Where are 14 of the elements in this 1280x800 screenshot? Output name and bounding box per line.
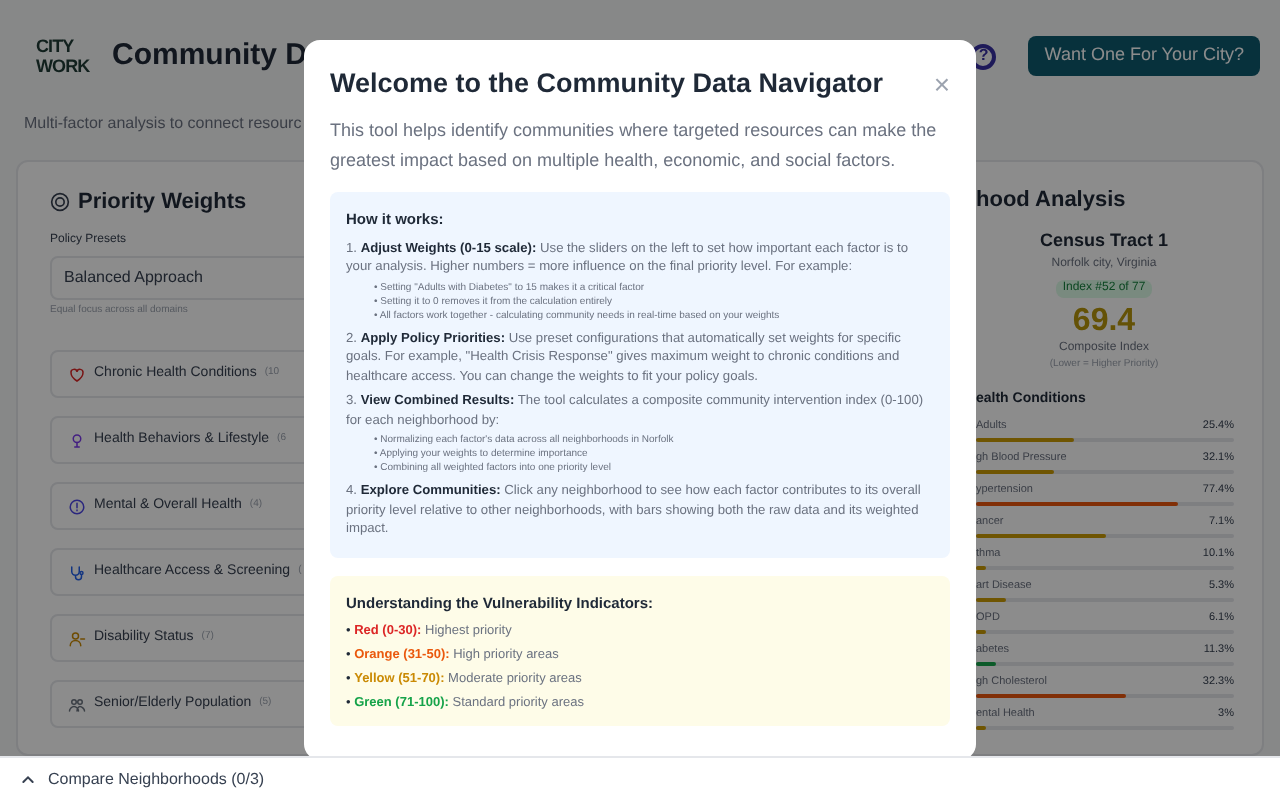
compare-bar[interactable]: Compare Neighborhoods (0/3) xyxy=(0,756,1280,800)
logo: CITY WORK xyxy=(36,34,88,80)
cta-button[interactable]: Want One For Your City? xyxy=(1028,36,1260,76)
panel-title: hood Analysis xyxy=(974,186,1126,216)
dialog-title: Welcome to the Community Data Navigator xyxy=(330,66,884,102)
page-title: Community D xyxy=(112,35,307,76)
subtitle: Multi-factor analysis to connect resourc xyxy=(24,112,302,136)
composite-score: 69.4 xyxy=(1072,304,1136,340)
target-icon xyxy=(50,192,70,213)
tract-name: Census Tract 1 xyxy=(1039,227,1169,253)
compare-label: Compare Neighborhoods (0/3) xyxy=(48,767,265,791)
panel-title: Priority Weights xyxy=(78,188,247,218)
intro-text: This tool helps identify communities where targeted resources can make the greatest impact based on multiple health, economic, and social factors. xyxy=(330,118,939,175)
close-button[interactable]: × xyxy=(933,70,950,99)
